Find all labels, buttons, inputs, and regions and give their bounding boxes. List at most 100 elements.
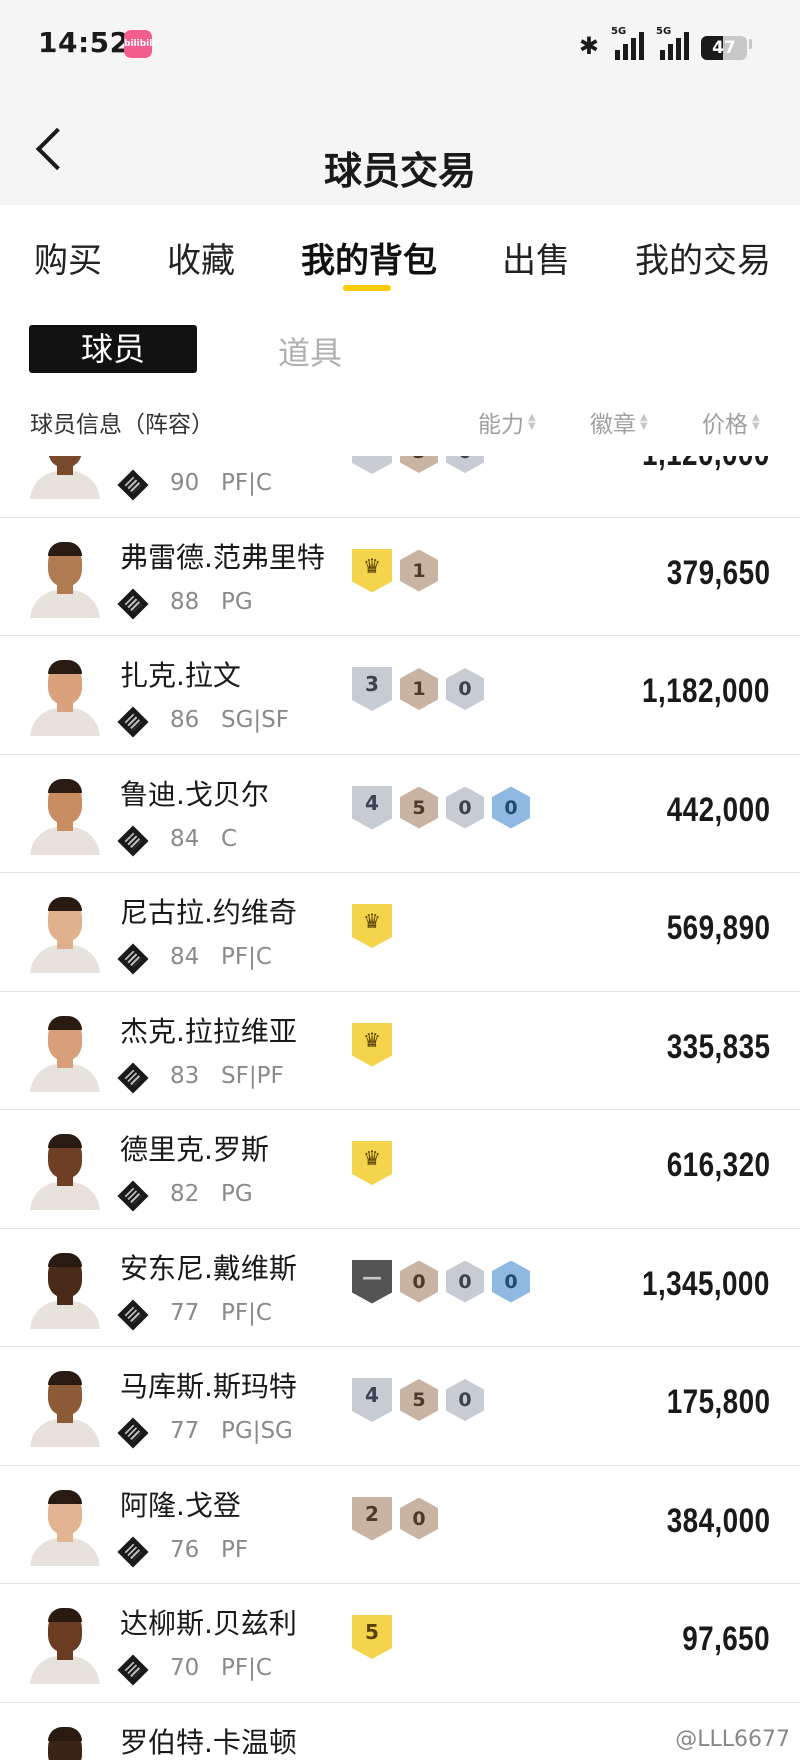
subtab-players[interactable]: 球员: [29, 325, 197, 373]
sort-arrows-icon: ▲ ▼: [640, 412, 648, 432]
player-price: 379,650: [666, 553, 770, 592]
badge-group: 5: [352, 1614, 392, 1660]
player-row[interactable]: 扎克.拉文 86 SG|SF 310 1,182,000: [0, 636, 800, 755]
status-icons: ✱ 5G 5G 47: [579, 26, 752, 60]
player-position: PG: [221, 588, 253, 615]
player-rating: 77: [170, 1299, 200, 1326]
badge-group: 450: [352, 1377, 484, 1423]
player-position: C: [221, 825, 238, 852]
player-price: 97,650: [682, 1620, 770, 1658]
sort-ability[interactable]: 能力 ▲ ▼: [478, 405, 536, 439]
player-row[interactable]: 马库斯.斯玛特 77 PG|SG 450 175,800: [0, 1347, 800, 1466]
player-avatar: [30, 1723, 100, 1760]
header-player-info: 球员信息（阵容）: [30, 412, 214, 438]
player-position: PF: [221, 1536, 249, 1563]
ability-shield-icon: 4: [352, 785, 392, 830]
sort-price[interactable]: 价格 ▲ ▼: [702, 405, 760, 439]
status-time: 14:52: [38, 26, 130, 59]
badge-hex-icon: 0: [400, 1497, 438, 1540]
player-rating: 82: [170, 1181, 200, 1207]
badge-hex-icon: 0: [446, 1379, 484, 1421]
player-avatar: [30, 1249, 100, 1329]
player-avatar: [30, 1604, 100, 1684]
badge-hex-icon: 0: [400, 1260, 438, 1303]
active-tab-indicator: [343, 285, 391, 291]
player-name: 扎克.拉文: [120, 659, 241, 692]
badge-group: ♛ 1: [352, 548, 438, 594]
rating-icon: [117, 1298, 149, 1331]
badge-hex-icon: 1: [400, 549, 438, 592]
player-name: 弗雷德.范弗里特: [120, 540, 325, 574]
player-rating: 70: [170, 1655, 200, 1681]
ability-shield-icon: ♛: [352, 1022, 392, 1067]
player-price: 1,345,000: [642, 1264, 770, 1303]
player-price: 442,000: [666, 790, 770, 829]
player-rating: 90: [170, 470, 200, 496]
player-row[interactable]: 尼古拉.约维奇 84 PF|C ♛ 569,890: [0, 873, 800, 992]
ability-shield-icon: ♛: [352, 1141, 392, 1185]
tab-my-trades[interactable]: 我的交易: [635, 233, 771, 282]
player-name: 马库斯.斯玛特: [120, 1370, 297, 1403]
ability-shield-icon: 3: [352, 667, 392, 711]
sort-ability-label: 能力: [478, 412, 524, 438]
player-position: SF|PF: [221, 1062, 284, 1089]
sort-badge-label: 徽章: [590, 412, 636, 438]
rating-icon: [117, 943, 149, 975]
badge-group: 4500: [352, 785, 530, 831]
player-price: 616,320: [666, 1146, 770, 1184]
sort-arrows-icon: ▲ ▼: [528, 412, 536, 432]
subtab-items[interactable]: 道具: [278, 328, 342, 374]
player-avatar: [30, 1012, 100, 1092]
player-avatar: [30, 656, 100, 736]
rating-icon: [117, 469, 149, 501]
nav-bar: 球员交易: [0, 90, 800, 205]
player-row[interactable]: 德里克.罗斯 82 PG ♛ 616,320: [0, 1110, 800, 1229]
player-price: 335,835: [666, 1027, 770, 1066]
badge-group: ♛: [352, 1022, 392, 1068]
player-position: PF|C: [221, 470, 272, 496]
player-rating: 77: [170, 1418, 200, 1444]
tab-my-backpack[interactable]: 我的背包: [301, 233, 437, 282]
badge-group: ♛: [352, 1140, 392, 1186]
ability-shield-icon: 4: [352, 456, 392, 474]
player-row[interactable]: 杰克.拉拉维亚 83 SF|PF ♛ 335,835: [0, 992, 800, 1110]
player-position: PF|C: [221, 1655, 272, 1681]
player-name: 罗伯特.卡温顿: [120, 1725, 297, 1759]
player-name: 阿隆.戈登: [120, 1488, 241, 1522]
player-row[interactable]: 巴姆.阿德巴约 90 PF|C 450 1,120,000: [0, 456, 800, 518]
page-title: 球员交易: [323, 149, 476, 193]
ability-shield-icon: 5: [352, 1615, 392, 1659]
rating-icon: [117, 824, 149, 857]
player-price: 175,800: [666, 1383, 770, 1421]
ability-shield-icon: ♛: [352, 904, 392, 948]
player-avatar: [30, 456, 100, 499]
player-position: SG|SF: [221, 707, 290, 733]
player-list[interactable]: 巴姆.阿德巴约 90 PF|C 450 1,120,000 弗雷德.范弗里特 8…: [0, 456, 800, 1760]
player-row[interactable]: 阿隆.戈登 76 PF 20 384,000: [0, 1466, 800, 1584]
player-name: 杰克.拉拉维亚: [120, 1014, 297, 1048]
signal-icon-1: 5G: [611, 26, 644, 60]
ability-shield-icon: —: [352, 1259, 392, 1304]
rating-icon: [117, 1180, 149, 1212]
player-row[interactable]: 鲁迪.戈贝尔 84 C 4500 442,000: [0, 755, 800, 873]
sort-price-label: 价格: [702, 412, 748, 438]
status-bar: 14:52 bilibili ✱ 5G 5G 47: [0, 0, 800, 90]
player-position: PG|SG: [221, 1418, 293, 1444]
badge-group: 20: [352, 1496, 438, 1542]
player-row[interactable]: 弗雷德.范弗里特 88 PG ♛ 1 379,650: [0, 518, 800, 636]
badge-hex-icon: 5: [400, 456, 438, 473]
signal-icon-2: 5G: [656, 26, 689, 60]
badge-group: ♛: [352, 903, 392, 949]
sort-badge[interactable]: 徽章 ▲ ▼: [590, 405, 648, 439]
badge-group: 310: [352, 666, 484, 712]
tab-buy[interactable]: 购买: [34, 233, 102, 282]
main-tabs: 购买 收藏 我的背包 出售 我的交易: [0, 205, 800, 295]
network-label-1: 5G: [611, 26, 627, 37]
player-rating: 88: [170, 588, 200, 615]
player-avatar: [30, 893, 100, 973]
tab-favorites[interactable]: 收藏: [167, 233, 235, 282]
player-row[interactable]: 安东尼.戴维斯 77 PF|C —0 0 0 1,345,000: [0, 1229, 800, 1347]
player-row[interactable]: 达柳斯.贝兹利 70 PF|C 5 97,650: [0, 1584, 800, 1703]
player-price: 1,120,000: [642, 456, 770, 474]
tab-sell[interactable]: 出售: [502, 233, 570, 282]
